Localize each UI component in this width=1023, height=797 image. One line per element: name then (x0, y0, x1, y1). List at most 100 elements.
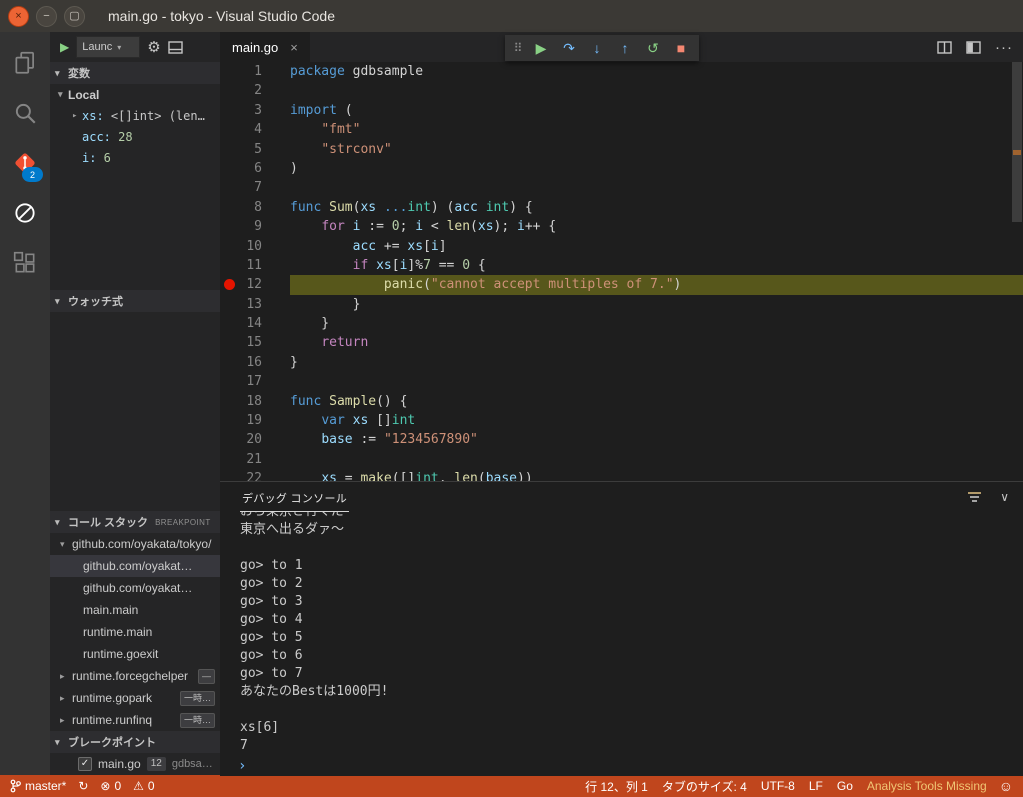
code-line[interactable]: 22 xs = make([]int, len(base)) (220, 469, 1023, 481)
code-line[interactable]: 10 acc += xs[i] (220, 237, 1023, 256)
line-number-gutter[interactable]: 19 (220, 411, 262, 430)
debug-config-select[interactable]: Launc ▾ (76, 36, 141, 58)
variable-row[interactable]: ▸ xs: <[]int> (len… (50, 105, 220, 126)
variables-section-header[interactable]: ▾ 変数 (50, 62, 220, 84)
code-line[interactable]: 3 import ( (220, 101, 1023, 120)
code-line[interactable]: 13 } (220, 295, 1023, 314)
line-number-gutter[interactable]: 5 (220, 140, 262, 159)
watch-section-header[interactable]: ▾ ウォッチ式 (50, 290, 220, 312)
debug-icon[interactable] (0, 188, 50, 238)
line-number-gutter[interactable]: 7 (220, 178, 262, 197)
code-editor[interactable]: 1 package gdbsample 2 3 import (4 "fmt" 5 "s… (220, 62, 1023, 481)
code-line[interactable]: 19 var xs []int (220, 411, 1023, 430)
window-minimize-button[interactable]: − (36, 5, 57, 27)
line-number-gutter[interactable]: 11 (220, 256, 262, 275)
call-stack-frame[interactable]: main.main (50, 599, 220, 621)
source-control-icon[interactable]: 2 (0, 138, 50, 188)
warnings-item[interactable]: ⚠ 0 (133, 779, 154, 793)
status-item[interactable]: タブのサイズ: 4 (662, 778, 747, 795)
call-stack-frame[interactable]: github.com/oyakat… (50, 555, 220, 577)
code-line[interactable]: 18 func Sample() { (220, 392, 1023, 411)
call-stack-section-header[interactable]: ▾ コール スタック BREAKPOINT … (50, 511, 220, 533)
code-line[interactable]: 14 } (220, 314, 1023, 333)
extensions-icon[interactable] (0, 238, 50, 288)
line-number-gutter[interactable]: 13 (220, 295, 262, 314)
line-number-gutter[interactable]: 16 (220, 353, 262, 372)
errors-item[interactable]: ⊗ 0 (100, 779, 121, 793)
sync-icon[interactable]: ↻ (78, 779, 88, 793)
breakpoint-row[interactable]: ✓ main.go 12 gdbsa… (50, 753, 220, 775)
line-number-gutter[interactable]: 20 (220, 430, 262, 449)
code-line[interactable]: 9 for i := 0; i < len(xs); i++ { (220, 217, 1023, 236)
line-number-gutter[interactable]: 18 (220, 392, 262, 411)
code-line[interactable]: 16} (220, 353, 1023, 372)
code-line[interactable]: 4 "fmt" (220, 120, 1023, 139)
window-maximize-button[interactable]: ▢ (64, 5, 85, 27)
variable-row[interactable]: acc: 28 (50, 126, 220, 147)
step-over-button[interactable]: ↷ (555, 40, 583, 57)
code-line[interactable]: 20 base := "1234567890" (220, 430, 1023, 449)
code-line[interactable]: 17 (220, 372, 1023, 391)
call-stack-frame[interactable]: ▾ github.com/oyakata/tokyo/ (50, 533, 220, 555)
line-number-gutter[interactable]: 1 (220, 62, 262, 81)
line-number-gutter[interactable]: 4 (220, 120, 262, 139)
debug-console-toggle-icon[interactable] (167, 40, 183, 54)
feedback-smiley-icon[interactable]: ☺ (999, 778, 1013, 794)
window-close-button[interactable]: × (8, 5, 29, 27)
call-stack-frame[interactable]: runtime.goexit (50, 643, 220, 665)
line-number-gutter[interactable]: 12 (220, 275, 262, 294)
status-item[interactable]: Analysis Tools Missing (867, 779, 987, 793)
code-line[interactable]: 11 if xs[i]%7 == 0 { (220, 256, 1023, 275)
gear-icon[interactable]: ⚙ (147, 38, 160, 56)
step-into-button[interactable]: ↓ (583, 40, 611, 56)
line-number-gutter[interactable]: 14 (220, 314, 262, 333)
editor-scrollbar[interactable] (1011, 62, 1023, 481)
code-line[interactable]: 15 return (220, 333, 1023, 352)
debug-start-button[interactable]: ▶ (60, 40, 69, 54)
call-stack-frame[interactable]: ▸ runtime.forcegchelper — (50, 665, 220, 687)
breakpoint-checkbox[interactable]: ✓ (78, 757, 92, 771)
line-number-gutter[interactable]: 15 (220, 333, 262, 352)
code-line[interactable]: 21 (220, 450, 1023, 469)
more-actions-icon[interactable]: ··· (995, 39, 1013, 56)
status-item[interactable]: Go (837, 779, 853, 793)
breakpoint-dot[interactable] (224, 279, 235, 291)
variable-row[interactable]: i: 6 (50, 147, 220, 168)
line-number-gutter[interactable]: 17 (220, 372, 262, 391)
scrollbar-thumb[interactable] (1012, 62, 1022, 222)
explorer-icon[interactable] (0, 38, 50, 88)
call-stack-frame[interactable]: ▸ runtime.gopark 一時… (50, 687, 220, 709)
call-stack-frame[interactable]: github.com/oyakat… (50, 577, 220, 599)
search-icon[interactable] (0, 88, 50, 138)
code-line[interactable]: 6) (220, 159, 1023, 178)
code-line[interactable]: 5 "strconv" (220, 140, 1023, 159)
line-number-gutter[interactable]: 21 (220, 450, 262, 469)
filter-icon[interactable] (967, 491, 982, 503)
tab-main-go[interactable]: main.go × (220, 32, 310, 62)
code-line[interactable]: 8 func Sum(xs ...int) (acc int) { (220, 198, 1023, 217)
line-number-gutter[interactable]: 10 (220, 237, 262, 256)
line-number-gutter[interactable]: 9 (220, 217, 262, 236)
code-line[interactable]: 2 (220, 81, 1023, 100)
line-number-gutter[interactable]: 2 (220, 81, 262, 100)
breakpoints-section-header[interactable]: ▾ ブレークポイント (50, 731, 220, 753)
variables-scope-row[interactable]: ▾ Local (50, 84, 220, 105)
step-out-button[interactable]: ↑ (611, 40, 639, 56)
line-number-gutter[interactable]: 22 (220, 469, 262, 481)
close-icon[interactable]: × (290, 40, 298, 55)
debug-console-input[interactable] (252, 757, 1023, 775)
call-stack-frame[interactable]: ▸ runtime.runfinq 一時… (50, 709, 220, 731)
tab-debug-console[interactable]: デバッグ コンソール (240, 483, 350, 512)
stop-button[interactable]: ■ (667, 40, 695, 56)
drag-handle-icon[interactable]: ⠿ (509, 41, 527, 55)
status-item[interactable]: LF (809, 779, 823, 793)
git-branch-item[interactable]: master* (10, 779, 66, 793)
status-item[interactable]: UTF-8 (761, 779, 795, 793)
restart-button[interactable]: ↺ (639, 40, 667, 57)
toggle-editor-layout-icon[interactable] (966, 40, 981, 54)
status-item[interactable]: 行 12、列 1 (585, 778, 648, 795)
split-editor-icon[interactable] (937, 40, 952, 54)
line-number-gutter[interactable]: 8 (220, 198, 262, 217)
line-number-gutter[interactable]: 3 (220, 101, 262, 120)
code-line[interactable]: 7 (220, 178, 1023, 197)
